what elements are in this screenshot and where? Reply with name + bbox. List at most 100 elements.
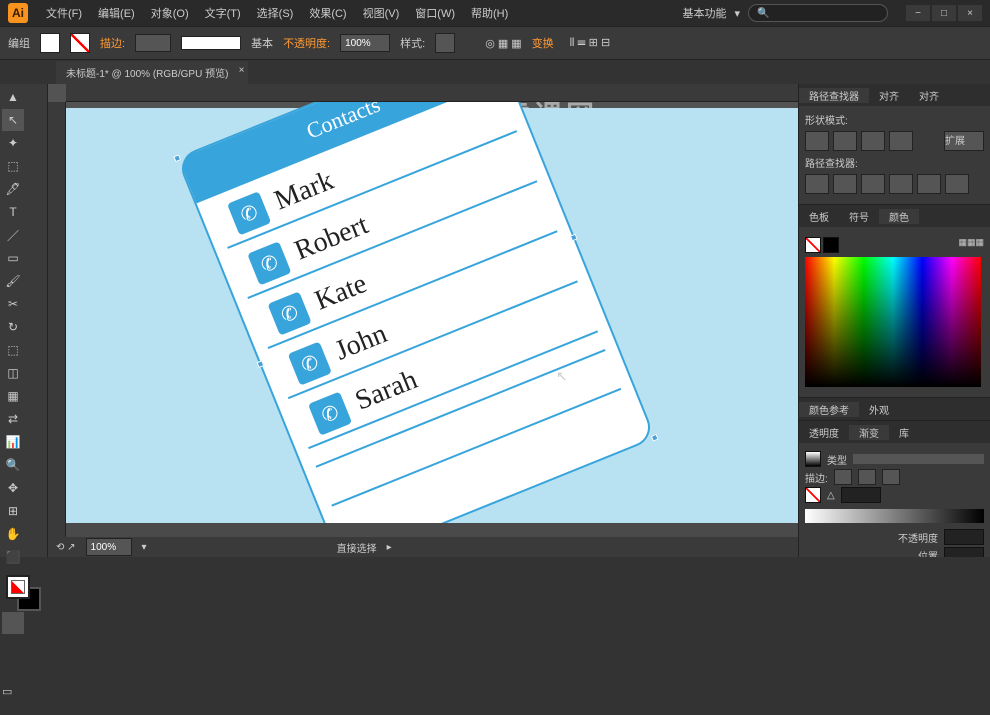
color-tab[interactable]: 颜色 (879, 209, 919, 224)
angle-input[interactable] (841, 487, 881, 503)
brush-style[interactable]: 基本 (251, 35, 273, 51)
unite-button[interactable] (805, 131, 829, 151)
canvas-area[interactable]: 虎课网 Contacts ✆ Mark ✆ Robert ✆ K (48, 84, 798, 557)
outline-button[interactable] (917, 174, 941, 194)
cursor-icon: ↖ (556, 368, 568, 385)
minimize-button[interactable]: − (906, 5, 930, 21)
swatches-tab[interactable]: 色板 (799, 209, 839, 224)
stroke-grad-3[interactable] (882, 469, 900, 485)
stroke-indicator[interactable] (823, 237, 839, 253)
close-tab-icon[interactable]: × (239, 65, 245, 76)
menu-edit[interactable]: 编辑(E) (90, 5, 143, 21)
gradient-tab[interactable]: 渐变 (849, 425, 889, 440)
stroke-grad-2[interactable] (858, 469, 876, 485)
lasso-tool[interactable]: ⬚ (2, 155, 24, 177)
workspace-dropdown[interactable]: 基本功能 (682, 5, 726, 21)
menu-window[interactable]: 窗口(W) (407, 5, 463, 21)
artboard-tool[interactable]: ⊞ (2, 500, 24, 522)
pathfinder-panel: 路径查找器 对齐 对齐 形状模式: 扩展 路径查找器: (799, 84, 990, 205)
type-tool[interactable]: T (2, 201, 24, 223)
opacity-input[interactable] (340, 34, 390, 52)
graph-tool[interactable]: 📊 (2, 431, 24, 453)
expand-button[interactable]: 扩展 (944, 131, 984, 151)
divide-button[interactable] (805, 174, 829, 194)
brush-tool[interactable]: 🖌 (2, 270, 24, 292)
transform-label[interactable]: 变换 (532, 35, 554, 51)
rectangle-tool[interactable]: ▭ (2, 247, 24, 269)
eyedropper-tool[interactable]: ✥ (2, 477, 24, 499)
slice-tool[interactable]: ⬛ (2, 546, 24, 568)
scissors-tool[interactable]: ✂ (2, 293, 24, 315)
document-tab[interactable]: 未标题-1* @ 100% (RGB/GPU 预览) × (56, 61, 248, 84)
stroke-preview[interactable] (181, 36, 241, 50)
zoom-tool[interactable]: 🔍 (2, 454, 24, 476)
direct-selection-tool[interactable]: ↖ (2, 109, 24, 131)
pathfinder-label: 路径查找器: (805, 155, 984, 170)
menu-select[interactable]: 选择(S) (249, 5, 302, 21)
close-button[interactable]: × (958, 5, 982, 21)
scale-tool[interactable]: ⬚ (2, 339, 24, 361)
appearance-tab[interactable]: 外观 (859, 402, 899, 417)
control-bar: 编组 描边: 基本 不透明度: 样式: ◎ ▦ ▦ 变换 ⫴ ☰ ⊞ ⊟ (0, 26, 990, 60)
fill-stroke-indicator[interactable] (2, 575, 45, 611)
scrollbar-horizontal[interactable] (66, 523, 798, 537)
selection-mode: 编组 (8, 35, 30, 51)
stroke-grad-1[interactable] (834, 469, 852, 485)
phone-mockup[interactable]: Contacts ✆ Mark ✆ Robert ✆ Kate ✆ (176, 102, 656, 537)
rotate-tool[interactable]: ↻ (2, 316, 24, 338)
width-tool[interactable]: ◫ (2, 362, 24, 384)
menu-view[interactable]: 视图(V) (355, 5, 408, 21)
symbols-tab[interactable]: 符号 (839, 209, 879, 224)
opacity-val[interactable] (944, 529, 984, 545)
search-input[interactable]: 🔍 (748, 4, 888, 22)
shape-builder-tool[interactable]: ▦ (2, 385, 24, 407)
hand-tool[interactable]: ✋ (2, 523, 24, 545)
zoom-input[interactable] (86, 538, 132, 556)
fill-indicator[interactable] (805, 237, 821, 253)
line-tool[interactable]: ／ (2, 224, 24, 246)
color-mode[interactable] (2, 612, 24, 634)
align-tab-2[interactable]: 对齐 (909, 88, 949, 103)
menu-object[interactable]: 对象(O) (143, 5, 197, 21)
transparency-tab[interactable]: 透明度 (799, 425, 849, 440)
menu-type[interactable]: 文字(T) (197, 5, 249, 21)
free-transform-tool[interactable]: ⇄ (2, 408, 24, 430)
gradient-swatch[interactable] (805, 451, 821, 467)
fill-swatch[interactable] (40, 33, 60, 53)
ruler-vertical[interactable] (48, 102, 66, 557)
artboard[interactable]: Contacts ✆ Mark ✆ Robert ✆ Kate ✆ (66, 108, 798, 528)
selection-tool[interactable]: ▲ (2, 86, 24, 108)
stroke-weight[interactable] (135, 34, 171, 52)
shape-mode-label: 形状模式: (805, 112, 984, 127)
color-spectrum[interactable] (805, 257, 981, 387)
merge-button[interactable] (861, 174, 885, 194)
color-guide-panel: 颜色参考 外观 (799, 398, 990, 421)
minus-back-button[interactable] (945, 174, 969, 194)
crop-button[interactable] (889, 174, 913, 194)
grad-stop[interactable] (805, 487, 821, 503)
none-mode[interactable] (2, 658, 24, 680)
menu-file[interactable]: 文件(F) (38, 5, 90, 21)
pathfinder-tab[interactable]: 路径查找器 (799, 88, 869, 103)
trim-button[interactable] (833, 174, 857, 194)
gradient-mode[interactable] (2, 635, 24, 657)
type-dropdown[interactable] (853, 454, 984, 464)
align-tab[interactable]: 对齐 (869, 88, 909, 103)
position-val[interactable] (944, 547, 984, 557)
ruler-horizontal[interactable] (66, 84, 798, 102)
gradient-slider[interactable] (805, 509, 984, 523)
menu-effect[interactable]: 效果(C) (301, 5, 354, 21)
minus-front-button[interactable] (833, 131, 857, 151)
color-guide-tab[interactable]: 颜色参考 (799, 402, 859, 417)
intersect-button[interactable] (861, 131, 885, 151)
magic-wand-tool[interactable]: ✦ (2, 132, 24, 154)
graphic-style[interactable] (435, 33, 455, 53)
stroke-swatch[interactable] (70, 33, 90, 53)
current-tool-label: 直接选择 (337, 540, 377, 555)
exclude-button[interactable] (889, 131, 913, 151)
screen-mode[interactable]: ▭ (2, 685, 45, 715)
menu-help[interactable]: 帮助(H) (463, 5, 516, 21)
libraries-tab[interactable]: 库 (889, 425, 919, 440)
maximize-button[interactable]: □ (932, 5, 956, 21)
pen-tool[interactable]: 🖋 (2, 178, 24, 200)
